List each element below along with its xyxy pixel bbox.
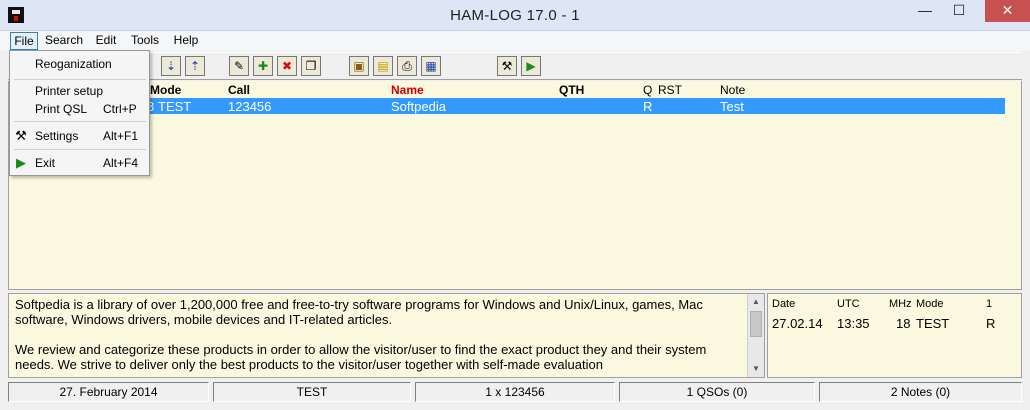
edit-pencil-icon: ✎ [233, 59, 245, 73]
cell-q: R [643, 99, 653, 114]
cell-note: Test [720, 99, 744, 114]
title-bar: HAM-LOG 17.0 - 1 — ☐ ✕ [0, 0, 1030, 31]
cell-name: Softpedia [391, 99, 446, 114]
cell-call: 123456 [228, 99, 272, 114]
tools-icon: ⚒ [15, 128, 27, 143]
notes-icon: ▤ [377, 59, 389, 73]
exit-door-icon: ▶ [526, 59, 536, 73]
new-entry-button[interactable]: ✚ [253, 56, 273, 76]
qso-header-mode: Mode [916, 298, 944, 310]
import-icon: ▣ [353, 59, 365, 73]
qso-num: R [986, 316, 996, 331]
menu-bar: File Search Edit Tools Help [0, 31, 1030, 51]
menu-file[interactable]: File [10, 32, 38, 50]
notes-text: Softpedia is a library of over 1,200,000… [15, 297, 745, 387]
edit-button[interactable]: ✎ [229, 56, 249, 76]
column-header-call[interactable]: Call [228, 83, 250, 97]
notes-paragraph: Softpedia is a library of over 1,200,000… [15, 297, 703, 327]
qso-header-utc: UTC [837, 298, 860, 310]
menu-edit[interactable]: Edit [92, 32, 120, 50]
exit-button[interactable]: ▶ [521, 56, 541, 76]
menu-search[interactable]: Search [43, 32, 85, 50]
printer-icon: ⎙ [402, 59, 412, 73]
column-header-qth[interactable]: QTH [559, 83, 584, 97]
menu-tools[interactable]: Tools [127, 32, 163, 50]
qso-date: 27.02.14 [772, 316, 823, 331]
notes-paragraph: We review and categorize these products … [15, 342, 707, 372]
column-header-q[interactable]: Q [643, 83, 652, 97]
menu-item-settings[interactable]: ⚒ Settings Alt+F1 [11, 125, 149, 147]
delete-button[interactable]: ✖ [277, 56, 297, 76]
qso-mode: TEST [916, 316, 950, 331]
notes-button[interactable]: ▤ [373, 56, 393, 76]
column-header-name[interactable]: Name [391, 83, 424, 97]
qso-header-date: Date [772, 298, 796, 310]
print-button[interactable]: ⎙ [397, 56, 417, 76]
maximize-button[interactable]: ☐ [944, 0, 974, 22]
table-row[interactable]: 8 TEST 123456 Softpedia R Test [9, 98, 1005, 114]
menu-separator [14, 121, 146, 122]
qso-mhz: 18 [896, 316, 911, 331]
close-button[interactable]: ✕ [985, 0, 1030, 22]
notes-textarea[interactable]: Softpedia is a library of over 1,200,000… [8, 293, 765, 378]
file-menu-dropdown: Reoganization Printer setup Print QSL Ct… [9, 50, 150, 176]
copy-icon: ❐ [305, 59, 317, 73]
table-header: Mode Call Name QTH Q RST Note [9, 82, 1009, 98]
log-table: Mode Call Name QTH Q RST Note 8 TEST 123… [8, 81, 1022, 290]
qso-utc: 13:35 [837, 316, 870, 331]
cell-mode: TEST [158, 99, 192, 114]
sort-up-button[interactable]: ⇡ [185, 56, 205, 76]
status-notes-count: 2 Notes (0) [819, 382, 1022, 402]
menu-item-exit[interactable]: ▶ Exit Alt+F4 [11, 152, 149, 174]
copy-button[interactable]: ❐ [301, 56, 321, 76]
window-icon: ▦ [425, 59, 437, 73]
status-call-count: 1 x 123456 [415, 382, 615, 402]
minimize-button[interactable]: — [910, 0, 940, 22]
menu-help[interactable]: Help [170, 32, 202, 50]
qso-header-num: 1 [986, 298, 993, 310]
column-header-note[interactable]: Note [720, 83, 745, 97]
new-entry-icon: ✚ [257, 59, 269, 73]
notes-scrollbar[interactable]: ▲ ▼ [747, 294, 764, 377]
sort-up-icon: ⇡ [189, 59, 201, 73]
column-header-rst[interactable]: RST [658, 83, 682, 97]
menu-item-print-qsl[interactable]: Print QSL Ctrl+P [11, 98, 149, 120]
qso-panel: Date UTC MHz Mode 1 27.02.14 13:35 18 TE… [767, 293, 1022, 378]
status-mode: TEST [213, 382, 411, 402]
toolbar: ⇣ ⇡ ✎ ✚ ✖ ❐ ▣ ▤ ⎙ ▦ ⚒ ▶ [8, 52, 1022, 80]
settings-button[interactable]: ⚒ [497, 56, 517, 76]
status-qso-count: 1 QSOs (0) [619, 382, 815, 402]
sort-down-button[interactable]: ⇣ [161, 56, 181, 76]
import-button[interactable]: ▣ [349, 56, 369, 76]
qso-header-mhz: MHz [889, 298, 912, 310]
window-button[interactable]: ▦ [421, 56, 441, 76]
scroll-thumb[interactable] [750, 311, 762, 337]
exit-door-icon: ▶ [16, 155, 26, 170]
tools-icon: ⚒ [501, 59, 513, 73]
menu-separator [14, 149, 146, 150]
column-header-mode[interactable]: Mode [150, 83, 181, 97]
delete-icon: ✖ [281, 59, 293, 73]
status-date: 27. February 2014 [8, 382, 209, 402]
status-bar: 27. February 2014 TEST 1 x 123456 1 QSOs… [8, 382, 1022, 402]
sort-down-icon: ⇣ [165, 59, 177, 73]
window-title: HAM-LOG 17.0 - 1 [450, 7, 580, 24]
menu-item-reorganization[interactable]: Reoganization [11, 53, 149, 75]
scroll-down-icon[interactable]: ▼ [748, 362, 764, 376]
scroll-up-icon[interactable]: ▲ [748, 295, 764, 309]
